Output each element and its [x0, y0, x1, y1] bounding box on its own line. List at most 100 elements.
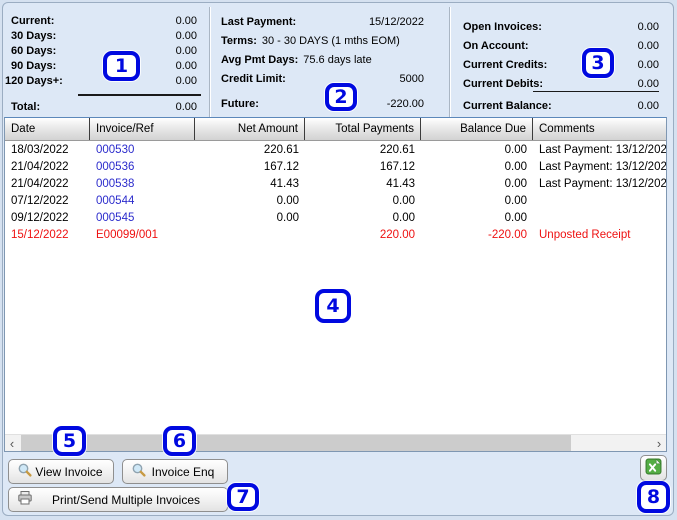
header-cell-invoice-ref[interactable]: Invoice/Ref	[90, 118, 195, 140]
open-invoices-row: Open Invoices: 0.00	[463, 17, 659, 36]
cell-total-payments: 0.00	[305, 209, 421, 226]
cell-total-payments: 167.12	[305, 158, 421, 175]
cell-balance-due: -220.00	[421, 226, 533, 243]
aging-row-30: 30 Days: 0.00	[11, 28, 197, 43]
cell-total-payments: 220.61	[305, 141, 421, 158]
header-cell-comments[interactable]: Comments	[533, 118, 666, 140]
header-cell-total-payments[interactable]: Total Payments	[305, 118, 421, 140]
aging-row-current: Current: 0.00	[11, 13, 197, 28]
header-cell-balance-due[interactable]: Balance Due	[421, 118, 533, 140]
credit-limit-label: Credit Limit:	[221, 73, 286, 85]
invoice-enq-label: Invoice Enq	[147, 465, 219, 479]
aging-value: 0.00	[176, 45, 197, 57]
cell-comments: Unposted Receipt	[533, 226, 666, 243]
invoice-ref-link[interactable]: 000545	[90, 209, 195, 226]
future-row: Future: -220.00	[221, 94, 424, 113]
print-send-label: Print/Send Multiple Invoices	[33, 493, 219, 507]
table-row[interactable]: 07/12/2022 000544 0.00 0.00 0.00	[5, 192, 666, 209]
invoice-ref-link[interactable]: 000536	[90, 158, 195, 175]
aging-value: 0.00	[176, 60, 197, 72]
invoice-ref-link[interactable]: 000538	[90, 175, 195, 192]
view-invoice-label: View Invoice	[33, 465, 105, 479]
last-payment-label: Last Payment:	[221, 16, 296, 28]
table-row[interactable]: 21/04/2022 000538 41.43 41.43 0.00 Last …	[5, 175, 666, 192]
balance-total-rule	[533, 91, 659, 92]
aging-total-label: Total:	[11, 101, 40, 113]
callout-7: 7	[227, 483, 259, 511]
search-icon	[17, 462, 33, 481]
credit-limit-value: 5000	[400, 73, 424, 85]
current-balance-row: Current Balance: 0.00	[463, 98, 659, 113]
cell-total-payments: 41.43	[305, 175, 421, 192]
cell-total-payments: 220.00	[305, 226, 421, 243]
callout-5: 5	[53, 426, 86, 456]
balance-value: 0.00	[638, 59, 659, 71]
cell-net-amount: 220.61	[195, 141, 305, 158]
current-balance-label: Current Balance:	[463, 100, 552, 112]
callout-1: 1	[103, 51, 140, 81]
avg-pmt-row: Avg Pmt Days: 75.6 days late	[221, 50, 424, 69]
aging-label: 90 Days:	[11, 60, 56, 72]
aging-total-row: Total: 0.00	[11, 99, 197, 114]
cell-net-amount	[195, 226, 305, 243]
table-row[interactable]: 18/03/2022 000530 220.61 220.61 0.00 Las…	[5, 141, 666, 158]
invoice-ref-link[interactable]: 000544	[90, 192, 195, 209]
terms-row: Terms: 30 - 30 DAYS (1 mths EOM)	[221, 31, 424, 50]
cell-comments	[533, 192, 666, 209]
horizontal-scrollbar[interactable]: ‹ ›	[5, 434, 666, 451]
balance-label: On Account:	[463, 40, 529, 52]
callout-3: 3	[582, 48, 614, 78]
aging-label: Current:	[11, 15, 54, 27]
cell-comments	[533, 209, 666, 226]
view-invoice-button[interactable]: View Invoice	[8, 459, 114, 484]
callout-8: 8	[637, 481, 670, 513]
credit-limit-row: Credit Limit: 5000	[221, 69, 424, 88]
aging-label: 60 Days:	[11, 45, 56, 57]
balance-value: 0.00	[638, 21, 659, 33]
scroll-right-icon[interactable]: ›	[652, 435, 666, 452]
cell-comments: Last Payment: 13/12/2022	[533, 141, 666, 158]
aging-total-rule	[78, 94, 201, 96]
aging-label: 30 Days:	[11, 30, 56, 42]
aging-label: 120 Days+:	[5, 75, 63, 87]
cell-net-amount: 0.00	[195, 209, 305, 226]
current-credits-row: Current Credits: 0.00	[463, 55, 659, 74]
callout-6: 6	[163, 426, 196, 456]
balance-value: 0.00	[638, 40, 659, 52]
balances-panel: Open Invoices: 0.00 On Account: 0.00 Cur…	[463, 17, 659, 93]
cell-balance-due: 0.00	[421, 158, 533, 175]
aging-value: 0.00	[176, 75, 197, 87]
balance-value: 0.00	[638, 78, 659, 90]
last-payment-row: Last Payment: 15/12/2022	[221, 12, 424, 31]
cell-date: 18/03/2022	[5, 141, 90, 158]
cell-net-amount: 41.43	[195, 175, 305, 192]
invoice-ref-link[interactable]: 000530	[90, 141, 195, 158]
cell-balance-due: 0.00	[421, 209, 533, 226]
header-cell-date[interactable]: Date	[5, 118, 90, 140]
avg-pmt-label: Avg Pmt Days:	[221, 54, 298, 66]
cell-total-payments: 0.00	[305, 192, 421, 209]
header-cell-net-amount[interactable]: Net Amount	[195, 118, 305, 140]
print-send-multiple-invoices-button[interactable]: Print/Send Multiple Invoices	[8, 487, 228, 512]
search-icon	[131, 462, 147, 481]
balance-label: Current Debits:	[463, 78, 543, 90]
terms-label: Terms:	[221, 35, 257, 47]
terms-value: 30 - 30 DAYS (1 mths EOM)	[262, 35, 400, 47]
cell-comments: Last Payment: 13/12/2022	[533, 175, 666, 192]
printer-icon	[17, 490, 33, 509]
balance-label: Open Invoices:	[463, 21, 542, 33]
excel-export-button[interactable]	[640, 455, 667, 481]
scroll-thumb[interactable]	[21, 435, 571, 452]
table-row[interactable]: 21/04/2022 000536 167.12 167.12 0.00 Las…	[5, 158, 666, 175]
cell-net-amount: 167.12	[195, 158, 305, 175]
callout-2: 2	[325, 83, 357, 111]
invoice-enq-button[interactable]: Invoice Enq	[122, 459, 228, 484]
invoice-ref-link[interactable]: E00099/001	[90, 226, 195, 243]
cell-date: 09/12/2022	[5, 209, 90, 226]
cell-balance-due: 0.00	[421, 141, 533, 158]
table-row-unposted-receipt[interactable]: 15/12/2022 E00099/001 220.00 -220.00 Unp…	[5, 226, 666, 243]
payment-info-panel: Last Payment: 15/12/2022 Terms: 30 - 30 …	[221, 12, 424, 113]
scroll-left-icon[interactable]: ‹	[5, 435, 19, 452]
balance-label: Current Credits:	[463, 59, 547, 71]
table-row[interactable]: 09/12/2022 000545 0.00 0.00 0.00	[5, 209, 666, 226]
